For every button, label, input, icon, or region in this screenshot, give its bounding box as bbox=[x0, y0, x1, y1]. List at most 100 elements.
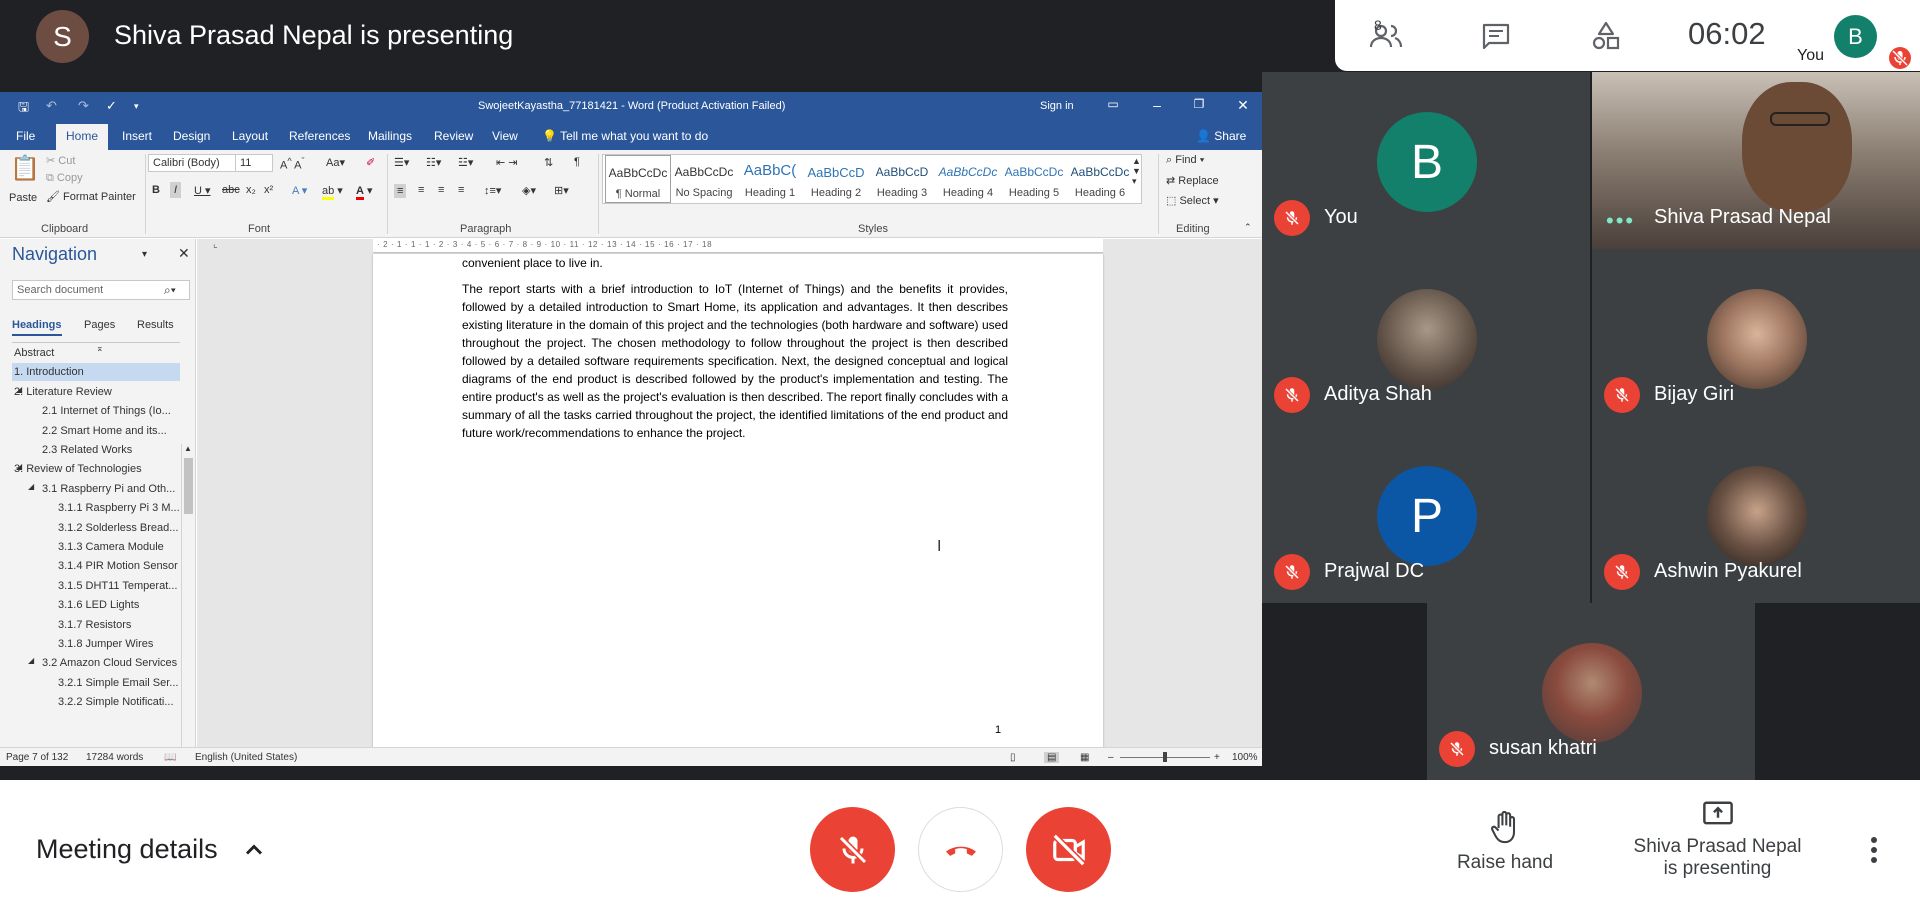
nav-heading-item[interactable]: 3.1.3 Camera Module bbox=[12, 538, 180, 556]
nav-heading-item[interactable]: 3.1.6 LED Lights bbox=[12, 596, 180, 614]
style-normal[interactable]: AaBbCcDc ¶ Normal bbox=[605, 155, 671, 203]
nav-heading-item[interactable]: ◢ 3.2 Amazon Cloud Services bbox=[12, 654, 180, 672]
nav-heading-item[interactable]: 3.2.1 Simple Email Ser... bbox=[12, 674, 180, 692]
people-icon[interactable] bbox=[1362, 16, 1410, 56]
pilcrow-icon[interactable]: ¶ bbox=[574, 156, 580, 168]
scroll-up-icon[interactable]: ▲ bbox=[184, 444, 192, 453]
camera-toggle-button[interactable] bbox=[1026, 807, 1111, 892]
participant-tile[interactable]: P Prajwal DC bbox=[1262, 426, 1590, 603]
participant-tile[interactable]: B You bbox=[1262, 72, 1590, 249]
style-heading-4[interactable]: AaBbCcDc Heading 4 bbox=[935, 155, 1001, 203]
zoom-slider-thumb[interactable] bbox=[1163, 752, 1167, 762]
zoom-level[interactable]: 100% bbox=[1232, 752, 1258, 763]
word-count[interactable]: 17284 words bbox=[86, 752, 143, 763]
subscript-icon[interactable]: x₂ bbox=[246, 184, 256, 196]
align-center-icon[interactable]: ≡ bbox=[418, 184, 424, 196]
grow-font-icon[interactable]: A^ Aˇ bbox=[280, 156, 305, 172]
nav-heading-item[interactable]: 3.1.7 Resistors bbox=[12, 616, 180, 634]
nav-heading-item[interactable]: 3.1.8 Jumper Wires bbox=[12, 635, 180, 653]
nav-heading-item[interactable]: 3.1.4 PIR Motion Sensor bbox=[12, 557, 180, 575]
nav-heading-item[interactable]: ◢ 3. Review of Technologies bbox=[12, 460, 180, 478]
self-avatar[interactable]: B bbox=[1834, 15, 1877, 58]
redo-icon[interactable]: ↷ bbox=[78, 98, 89, 114]
nav-options-icon[interactable]: ▾ bbox=[142, 249, 147, 260]
replace-button[interactable]: ⇄ Replace bbox=[1166, 174, 1219, 187]
tab-review[interactable]: Review bbox=[434, 129, 473, 143]
customize-toolbar-icon[interactable]: ▾ bbox=[134, 101, 139, 112]
read-mode-icon[interactable]: ▯ bbox=[1010, 752, 1016, 763]
tab-design[interactable]: Design bbox=[173, 129, 210, 143]
chevron-up-icon[interactable] bbox=[240, 836, 268, 864]
nav-heading-item[interactable]: 3.1.5 DHT11 Temperat... bbox=[12, 577, 180, 595]
style-heading-3[interactable]: AaBbCcD Heading 3 bbox=[869, 155, 935, 203]
nav-heading-item[interactable]: 3.1.1 Raspberry Pi 3 M... bbox=[12, 499, 180, 517]
more-options-icon[interactable] bbox=[1862, 832, 1886, 868]
language[interactable]: English (United States) bbox=[195, 752, 297, 763]
paste-icon[interactable]: 📋 bbox=[10, 154, 40, 183]
ribbon-display-icon[interactable]: ▭ bbox=[1098, 97, 1128, 111]
page-count[interactable]: Page 7 of 132 bbox=[6, 752, 68, 763]
meeting-details-button[interactable]: Meeting details bbox=[36, 834, 218, 865]
participant-tile[interactable]: Ashwin Pyakurel bbox=[1592, 426, 1920, 603]
styles-scroll-icon[interactable]: ▲ ▼ ▾ bbox=[1132, 156, 1141, 187]
activities-icon[interactable] bbox=[1582, 16, 1630, 56]
expand-caret-icon[interactable]: ◢ bbox=[28, 656, 34, 665]
tab-file[interactable]: File bbox=[16, 129, 35, 143]
nav-scrollbar[interactable]: ▲ ▼ bbox=[181, 444, 195, 766]
page-text[interactable]: convenient place to live in. The report … bbox=[462, 254, 1008, 442]
close-icon[interactable]: ✕ bbox=[1228, 97, 1258, 114]
save-icon[interactable]: 🖫 bbox=[18, 98, 29, 120]
document-page[interactable]: convenient place to live in. The report … bbox=[373, 254, 1103, 747]
participant-tile[interactable]: Aditya Shah bbox=[1262, 249, 1590, 426]
search-icon[interactable]: ⌕▾ bbox=[164, 283, 176, 298]
nav-heading-item[interactable]: 3.2.2 Simple Notificati... bbox=[12, 693, 180, 711]
leave-call-button[interactable] bbox=[918, 807, 1003, 892]
find-button[interactable]: ⌕ Find ▾ bbox=[1166, 154, 1204, 167]
participant-tile[interactable]: Bijay Giri bbox=[1592, 249, 1920, 426]
font-size-select[interactable]: 11 bbox=[235, 154, 273, 172]
zoom-in-icon[interactable]: + bbox=[1214, 752, 1220, 763]
participant-tile[interactable]: ••• Shiva Prasad Nepal bbox=[1592, 72, 1920, 249]
strikethrough-icon[interactable]: abc bbox=[222, 184, 240, 196]
tab-home[interactable]: Home bbox=[56, 124, 109, 150]
nav-heading-item[interactable]: 2.2 Smart Home and its... bbox=[12, 422, 180, 440]
participant-tile[interactable]: susan khatri bbox=[1427, 603, 1755, 780]
font-color-icon[interactable]: A ▾ bbox=[356, 184, 373, 200]
line-spacing-icon[interactable]: ↕≡▾ bbox=[484, 184, 501, 197]
nav-heading-item[interactable]: 1. Introduction bbox=[12, 363, 180, 382]
style-heading-2[interactable]: AaBbCcD Heading 2 bbox=[803, 155, 869, 203]
text-effects-icon[interactable]: A ▾ bbox=[292, 184, 307, 197]
tab-layout[interactable]: Layout bbox=[232, 129, 268, 143]
nav-close-icon[interactable]: ✕ bbox=[178, 245, 190, 262]
copy-button[interactable]: ⧉ Copy bbox=[46, 172, 83, 185]
justify-icon[interactable]: ≡ bbox=[458, 184, 464, 196]
superscript-icon[interactable]: x² bbox=[264, 184, 273, 196]
tab-references[interactable]: References bbox=[289, 129, 350, 143]
nav-heading-item[interactable]: ◢ 2. Literature Review bbox=[12, 383, 180, 401]
expand-caret-icon[interactable]: ◢ bbox=[28, 482, 34, 491]
web-layout-icon[interactable]: ▦ bbox=[1080, 752, 1089, 763]
tab-insert[interactable]: Insert bbox=[122, 129, 152, 143]
spelling-icon[interactable]: ✓ bbox=[106, 98, 117, 114]
font-name-select[interactable]: Calibri (Body) bbox=[148, 154, 236, 172]
style-no-spacing[interactable]: AaBbCcDc No Spacing bbox=[671, 155, 737, 203]
proofing-icon[interactable]: 📖 bbox=[164, 752, 176, 763]
minimize-icon[interactable]: – bbox=[1142, 97, 1172, 113]
tab-view[interactable]: View bbox=[492, 129, 518, 143]
tab-mailings[interactable]: Mailings bbox=[368, 129, 412, 143]
style-heading-6[interactable]: AaBbCcDc Heading 6 bbox=[1067, 155, 1133, 203]
sign-in-link[interactable]: Sign in bbox=[1040, 100, 1074, 112]
nav-heading-item[interactable]: 3.1.2 Solderless Bread... bbox=[12, 519, 180, 537]
undo-icon[interactable]: ↶ bbox=[46, 98, 57, 114]
mic-toggle-button[interactable] bbox=[810, 807, 895, 892]
tell-me-search[interactable]: 💡 Tell me what you want to do bbox=[542, 129, 708, 143]
share-button[interactable]: 👤 Share bbox=[1196, 129, 1246, 143]
style-heading-1[interactable]: AaBbC(Heading 1 bbox=[737, 155, 803, 203]
nav-heading-item[interactable]: 2.3 Related Works bbox=[12, 441, 180, 459]
style-heading-5[interactable]: AaBbCcDc Heading 5 bbox=[1001, 155, 1067, 203]
print-layout-icon[interactable]: ▤ bbox=[1044, 752, 1060, 763]
italic-icon[interactable]: I bbox=[170, 182, 182, 198]
collapse-ribbon-icon[interactable]: ⌃ bbox=[1244, 222, 1252, 233]
numbering-icon[interactable]: ☷▾ bbox=[426, 156, 441, 169]
paste-button[interactable]: Paste bbox=[9, 192, 37, 204]
